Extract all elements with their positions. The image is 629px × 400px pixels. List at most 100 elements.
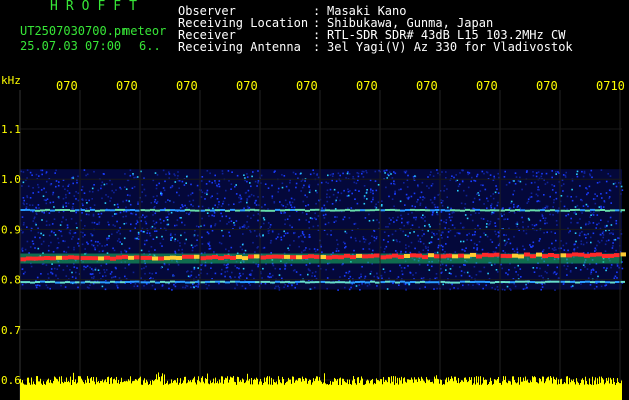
level-bar-column xyxy=(312,382,313,400)
noise-speck xyxy=(75,276,77,279)
noise-speck xyxy=(472,201,475,203)
level-bar-column xyxy=(195,382,196,400)
signal-band-segment xyxy=(300,280,305,283)
noise-speck xyxy=(476,244,478,246)
level-bar-column xyxy=(121,377,122,400)
noise-speck xyxy=(392,282,394,285)
noise-speck xyxy=(143,243,146,246)
signal-band-segment xyxy=(74,255,80,260)
signal-band-segment xyxy=(185,281,190,284)
level-bar-column xyxy=(440,379,441,400)
level-bar-column xyxy=(50,379,51,400)
level-bar-column xyxy=(157,379,158,400)
noise-speck xyxy=(22,171,25,173)
noise-speck xyxy=(183,231,186,234)
level-bar-column xyxy=(57,379,58,400)
noise-speck xyxy=(473,179,475,182)
noise-speck xyxy=(284,199,287,202)
level-bar-column xyxy=(599,376,600,400)
noise-speck xyxy=(145,222,148,225)
noise-speck xyxy=(432,212,434,214)
noise-speck xyxy=(466,239,468,241)
noise-speck xyxy=(264,203,266,206)
signal-band-segment xyxy=(245,209,250,212)
noise-speck xyxy=(352,176,354,178)
level-bar-column xyxy=(521,381,522,400)
noise-speck xyxy=(405,170,408,172)
noise-speck xyxy=(85,213,88,216)
noise-speck xyxy=(404,204,406,206)
level-bar-column xyxy=(65,381,66,400)
level-bar-column xyxy=(294,382,295,400)
level-bar-column xyxy=(137,380,138,400)
noise-speck xyxy=(366,189,368,191)
noise-speck xyxy=(494,263,496,266)
noise-speck xyxy=(544,207,546,209)
signal-band-segment xyxy=(405,209,410,211)
level-bar-column xyxy=(406,382,407,400)
noise-speck xyxy=(419,202,422,205)
noise-speck xyxy=(362,248,365,250)
level-bar-column xyxy=(177,377,178,400)
signal-band-segment xyxy=(500,209,505,212)
signal-band-segment xyxy=(350,209,355,212)
signal-band-segment xyxy=(56,255,62,260)
noise-speck xyxy=(324,207,327,210)
noise-speck xyxy=(478,270,481,273)
noise-speck xyxy=(585,234,587,236)
noise-speck xyxy=(440,201,443,204)
noise-speck xyxy=(291,201,294,204)
noise-speck xyxy=(440,244,443,247)
noise-speck xyxy=(562,183,565,185)
noise-speck xyxy=(271,184,273,187)
noise-speck xyxy=(290,264,293,266)
noise-speck xyxy=(449,288,451,291)
level-bar-column xyxy=(487,384,488,400)
noise-speck xyxy=(329,188,332,191)
noise-speck xyxy=(516,251,519,254)
noise-speck xyxy=(286,203,289,206)
noise-speck xyxy=(501,267,503,270)
noise-speck xyxy=(552,206,554,208)
noise-speck xyxy=(513,180,515,182)
noise-speck xyxy=(516,221,519,224)
noise-speck xyxy=(350,207,353,209)
signal-band-segment xyxy=(520,209,525,212)
noise-speck xyxy=(355,239,357,242)
noise-speck xyxy=(531,224,534,226)
signal-band-segment xyxy=(570,209,575,211)
noise-speck xyxy=(218,180,221,182)
noise-speck xyxy=(137,203,139,205)
noise-speck xyxy=(314,271,317,273)
noise-speck xyxy=(404,234,407,236)
level-bar-column xyxy=(122,382,123,400)
level-bar-column xyxy=(514,379,515,400)
noise-speck xyxy=(310,288,313,290)
signal-band-segment xyxy=(122,254,128,259)
antenna-value: 3el Yagi(V) Az 330 for Vladivostok xyxy=(327,40,573,54)
noise-speck xyxy=(436,213,438,215)
noise-speck xyxy=(542,207,544,210)
noise-speck xyxy=(316,191,318,194)
noise-speck xyxy=(214,180,216,182)
noise-speck xyxy=(418,251,420,253)
noise-speck xyxy=(116,240,119,242)
noise-speck xyxy=(391,198,394,200)
signal-band-segment xyxy=(445,209,450,212)
level-bar-column xyxy=(201,377,202,400)
level-bar-column xyxy=(160,381,161,400)
noise-speck xyxy=(22,197,25,199)
noise-speck xyxy=(77,175,79,178)
level-bar-column xyxy=(563,383,564,400)
signal-band-segment xyxy=(145,281,150,284)
level-bar-column xyxy=(304,380,305,400)
noise-speck xyxy=(563,264,566,267)
noise-speck xyxy=(551,170,553,172)
level-bar-column xyxy=(300,378,301,400)
signal-band-segment xyxy=(302,255,308,259)
level-bar-column xyxy=(491,380,492,400)
noise-speck xyxy=(616,263,619,265)
noise-speck xyxy=(581,231,583,233)
noise-speck xyxy=(143,267,145,269)
noise-speck xyxy=(325,268,327,271)
